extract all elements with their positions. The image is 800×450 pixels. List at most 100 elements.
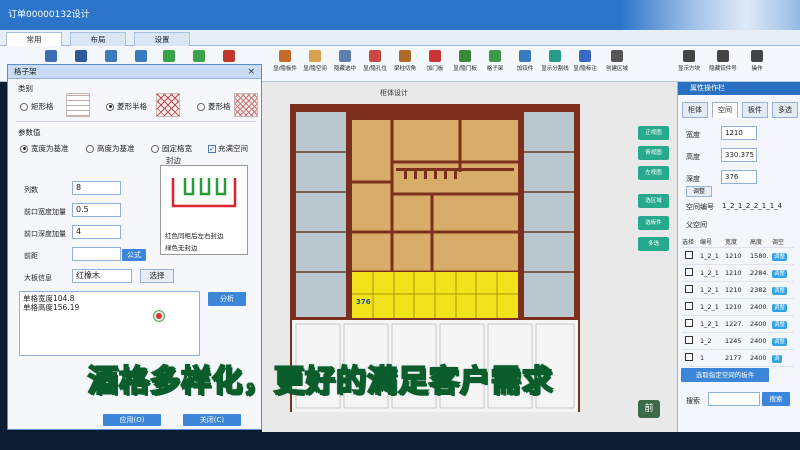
ribbon-button-14[interactable]: 操作 — [740, 50, 774, 72]
row-adjust-button[interactable]: 调整 — [772, 270, 788, 278]
ribbon-button-2[interactable]: 隐藏选中 — [328, 50, 362, 72]
width-label: 宽度 — [686, 131, 700, 139]
front-distance-input[interactable] — [72, 247, 121, 261]
ribbon-button-6[interactable]: 显/隐门板 — [448, 50, 482, 72]
ribbon-label: 显示分割线 — [541, 66, 569, 72]
ribbon-button-8[interactable]: 加铰件 — [508, 50, 542, 72]
height-input[interactable]: 330.375 — [721, 148, 757, 162]
select-button[interactable]: 选择 — [140, 269, 174, 283]
tab-board[interactable]: 板件 — [742, 102, 768, 118]
ribbon-button-5[interactable]: 加门板 — [418, 50, 452, 72]
front-depth-add-input[interactable]: 4 — [72, 225, 121, 239]
tab-settings[interactable]: 设置 — [134, 32, 190, 46]
left-view-button[interactable]: 左视图 — [638, 166, 669, 180]
divider — [16, 121, 256, 122]
front-view-button[interactable]: 正视图 — [638, 126, 669, 140]
header-height: 高度 — [750, 239, 763, 246]
select-space-boards-button[interactable]: 选取指定空间的板件 — [681, 368, 769, 382]
tab-cabinet[interactable]: 柜体 — [682, 102, 708, 118]
ribbon-label: 隐藏铰件号 — [709, 66, 737, 72]
table-row[interactable]: 1 2177 2400 调 — [682, 350, 794, 367]
edge-note-green: 绿色无封边 — [165, 244, 198, 252]
ribbon-button-9[interactable]: 显示分割线 — [538, 50, 572, 72]
select-area-button[interactable]: 选区域 — [638, 194, 669, 208]
radio-diamond-grid[interactable]: 菱形格 — [197, 101, 231, 112]
close-button[interactable]: 关闭(C) — [183, 414, 241, 426]
table-row[interactable]: 1_2_1 1227. 2400 调整 — [682, 316, 794, 333]
analysis-output[interactable]: 单格宽度104.8 单格高度156.19 — [19, 291, 200, 356]
area-icon — [611, 50, 623, 62]
tool-icon — [223, 50, 235, 62]
ribbon-button-redo[interactable] — [182, 50, 216, 64]
tab-space[interactable]: 空间 — [712, 102, 738, 118]
ribbon-button-1[interactable]: 显/隐空间 — [298, 50, 332, 72]
table-row[interactable]: 1_2_1 1210 2382 调整 — [682, 282, 794, 299]
cell-height: 2400 — [750, 320, 767, 328]
ribbon-button-4[interactable]: 梁柱切角 — [388, 50, 422, 72]
tab-common[interactable]: 常用 — [6, 32, 62, 46]
row-checkbox[interactable] — [685, 251, 693, 259]
row-adjust-button[interactable]: 调整 — [772, 338, 788, 346]
ribbon-button-12[interactable]: 显示方块 — [672, 50, 706, 72]
analyze-button[interactable]: 分析 — [208, 292, 246, 306]
row-adjust-button[interactable]: 调 — [772, 355, 782, 363]
row-checkbox[interactable] — [685, 302, 693, 310]
header-width: 宽度 — [725, 239, 738, 246]
top-view-button[interactable]: 俯视图 — [638, 146, 669, 160]
ribbon-button-blank-3[interactable] — [94, 50, 128, 64]
apply-button[interactable]: 应用(O) — [103, 414, 161, 426]
formula-button[interactable]: 公式 — [122, 249, 146, 261]
width-input[interactable]: 1210 — [721, 126, 757, 140]
cursor-indicator — [153, 310, 165, 322]
table-row[interactable]: 1_2_1 1210 1580. 调整 — [682, 248, 794, 265]
board-info-input[interactable]: 红橡木 — [72, 269, 132, 283]
radio-fixed-width[interactable]: 固定格宽 — [151, 143, 192, 154]
radio-diamond-half-grid[interactable]: 菱形半格 — [106, 101, 147, 112]
ribbon-label: 显/隐标注 — [573, 66, 597, 72]
ribbon-label: 创建区域 — [605, 66, 628, 72]
ribbon-button-10[interactable]: 显/隐标注 — [568, 50, 602, 72]
fill-space-checkbox[interactable]: ✓ 充满空间 — [208, 143, 248, 154]
multi-select-button[interactable]: 多选 — [638, 237, 669, 251]
radio-rect-grid[interactable]: 矩形格 — [20, 101, 54, 112]
ribbon-button-undo[interactable] — [152, 50, 186, 64]
property-panel-title: 属性操作栏 — [678, 82, 800, 95]
select-board-button[interactable]: 选板件 — [638, 216, 669, 230]
tab-layout[interactable]: 布局 — [70, 32, 126, 46]
row-adjust-button[interactable]: 调整 — [772, 287, 788, 295]
radio-width-base[interactable]: 宽度为基准 — [20, 143, 69, 154]
radio-label: 矩形格 — [31, 102, 54, 111]
front-width-add-input[interactable]: 0.5 — [72, 203, 121, 217]
split-icon — [549, 50, 561, 62]
ribbon-button-11[interactable]: 创建区域 — [600, 50, 634, 72]
search-input[interactable] — [708, 392, 760, 406]
depth-input[interactable]: 376 — [721, 170, 757, 184]
table-row[interactable]: 1_2_1 1210 2284. 调整 — [682, 265, 794, 282]
diamond-pattern-icon — [234, 93, 258, 117]
close-icon[interactable]: × — [247, 65, 255, 79]
ribbon-button-blank-1[interactable] — [34, 50, 68, 64]
adjust-button[interactable]: 调整 — [686, 186, 712, 197]
tab-multi[interactable]: 多选 — [772, 102, 798, 118]
ribbon-button-0[interactable]: 显/隐板件 — [268, 50, 302, 72]
search-button[interactable]: 搜索 — [762, 392, 790, 406]
columns-input[interactable]: 8 — [72, 181, 121, 195]
cell-no: 1 — [700, 354, 705, 362]
table-row[interactable]: 1_2_1 1210 2400 调整 — [682, 299, 794, 316]
cell-height: 2400 — [750, 354, 767, 362]
row-adjust-button[interactable]: 调整 — [772, 321, 788, 329]
ribbon-button-blank-2[interactable] — [64, 50, 98, 64]
row-checkbox[interactable] — [685, 285, 693, 293]
row-checkbox[interactable] — [685, 268, 693, 276]
ribbon-button-blank-5[interactable] — [212, 50, 246, 64]
radio-height-base[interactable]: 高度为基准 — [86, 143, 135, 154]
ribbon-button-13[interactable]: 隐藏铰件号 — [706, 50, 740, 72]
ribbon-button-7[interactable]: 格子架 — [478, 50, 512, 72]
row-checkbox[interactable] — [685, 336, 693, 344]
row-adjust-button[interactable]: 调整 — [772, 304, 788, 312]
row-checkbox[interactable] — [685, 319, 693, 327]
row-adjust-button[interactable]: 调整 — [772, 253, 788, 261]
table-row[interactable]: 1_2 1245 2400 调整 — [682, 333, 794, 350]
video-subtitle: 酒格多样化，更好的满足客户需求 — [87, 363, 553, 400]
ribbon-button-3[interactable]: 显/隐孔位 — [358, 50, 392, 72]
